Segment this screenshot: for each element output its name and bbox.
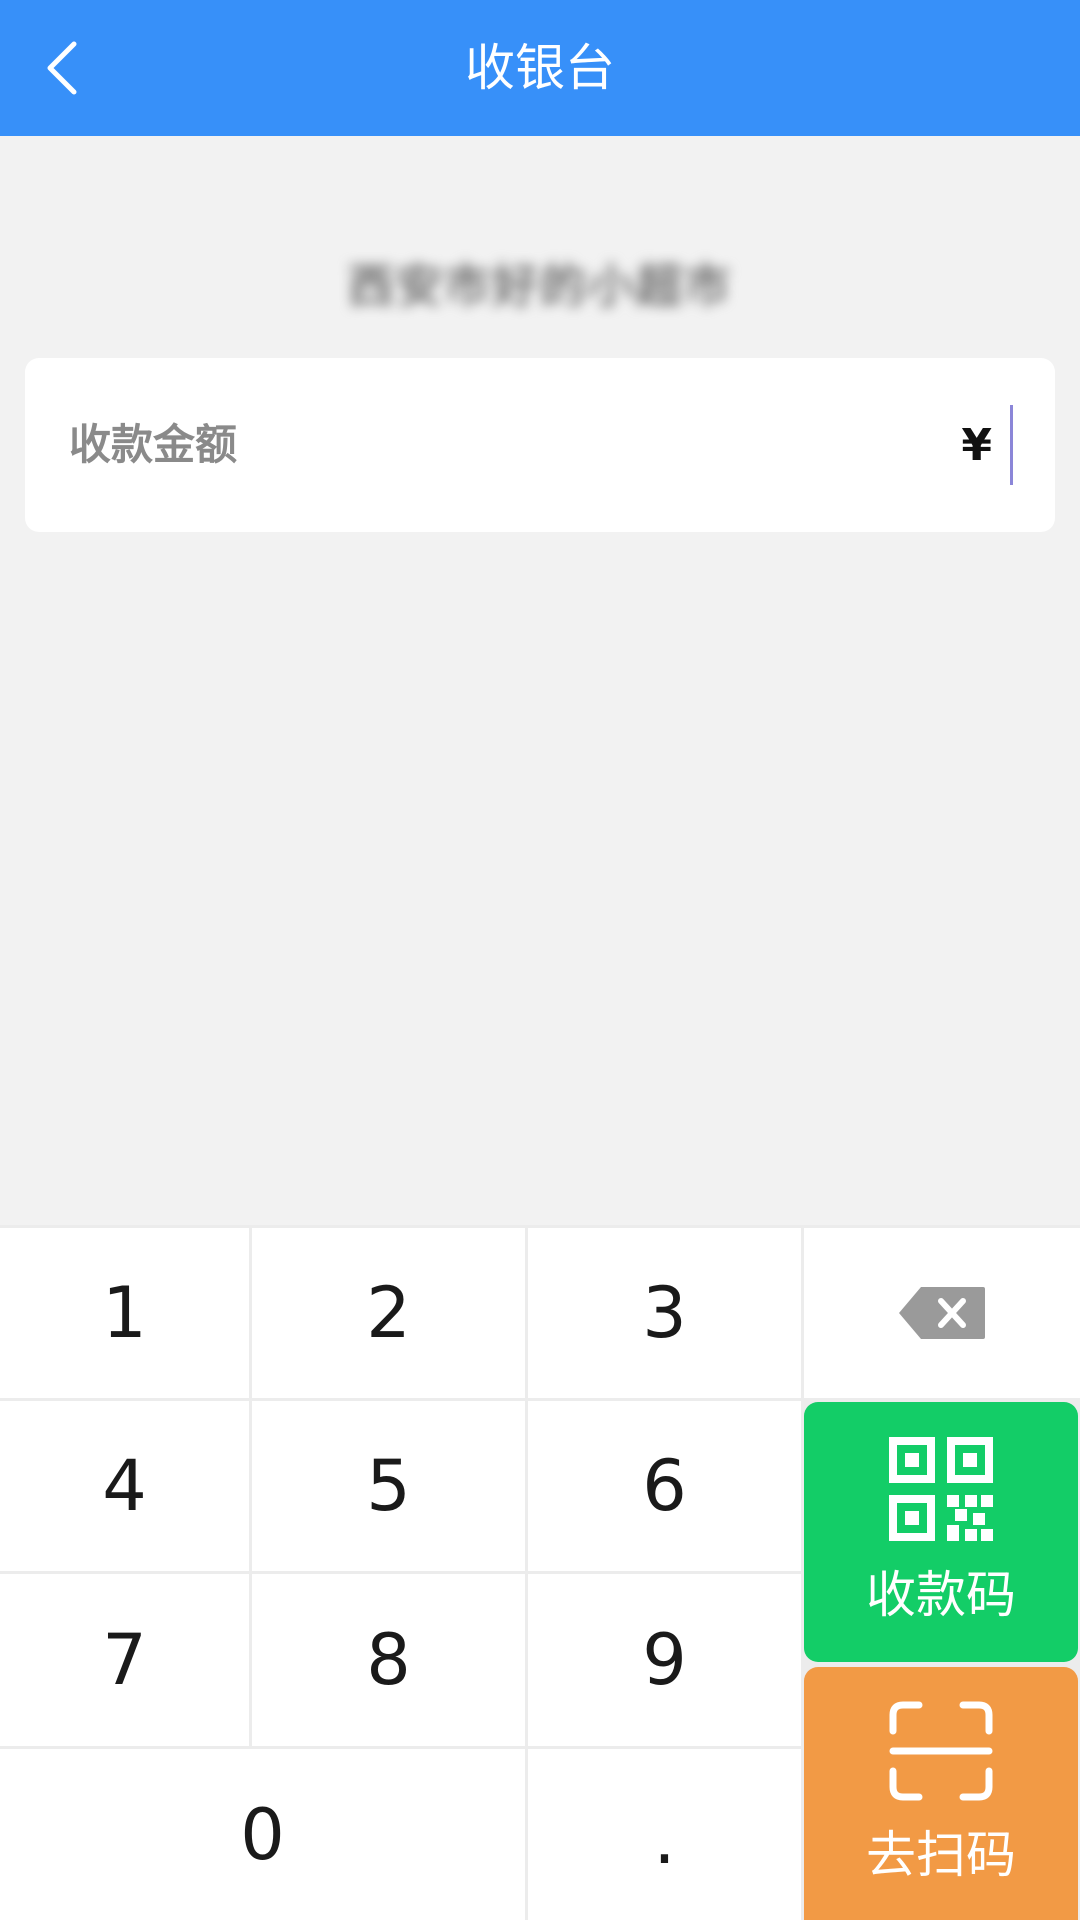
key-3[interactable]: 3 <box>528 1228 801 1398</box>
text-caret <box>1010 405 1013 485</box>
key-8[interactable]: 8 <box>252 1574 525 1746</box>
amount-input[interactable]: ¥ <box>961 404 1013 486</box>
scan-button[interactable]: 去扫码 <box>804 1667 1078 1920</box>
key-1[interactable]: 1 <box>0 1228 249 1398</box>
backspace-icon <box>899 1287 985 1339</box>
backspace-button[interactable] <box>804 1228 1080 1398</box>
merchant-name: 西安市好的小超市 <box>348 259 732 313</box>
receive-code-button[interactable]: 收款码 <box>804 1402 1078 1662</box>
key-decimal[interactable]: . <box>528 1749 801 1920</box>
cashier-screen: 收银台 西安市好的小超市 收款金额 ¥ 1 2 3 4 5 6 7 8 9 0 … <box>0 0 1080 1920</box>
key-5[interactable]: 5 <box>252 1401 525 1571</box>
key-6[interactable]: 6 <box>528 1401 801 1571</box>
page-title: 收银台 <box>465 39 615 97</box>
scan-label: 去扫码 <box>866 1825 1016 1884</box>
app-header: 收银台 <box>0 0 1080 136</box>
amount-label: 收款金额 <box>69 420 238 469</box>
key-4[interactable]: 4 <box>0 1401 249 1571</box>
key-decimal-label: . <box>653 1798 676 1880</box>
qr-code-icon <box>889 1437 993 1541</box>
receive-code-label: 收款码 <box>866 1566 1016 1624</box>
scan-frame-icon <box>889 1701 993 1800</box>
currency-symbol: ¥ <box>961 419 992 471</box>
numeric-keypad: 1 2 3 4 5 6 7 8 9 0 . 收款码 去扫码 <box>0 1225 1080 1920</box>
amount-card: 收款金额 ¥ <box>25 358 1055 532</box>
key-9[interactable]: 9 <box>528 1574 801 1746</box>
key-0[interactable]: 0 <box>0 1749 525 1920</box>
key-2[interactable]: 2 <box>252 1228 525 1398</box>
key-7[interactable]: 7 <box>0 1574 249 1746</box>
